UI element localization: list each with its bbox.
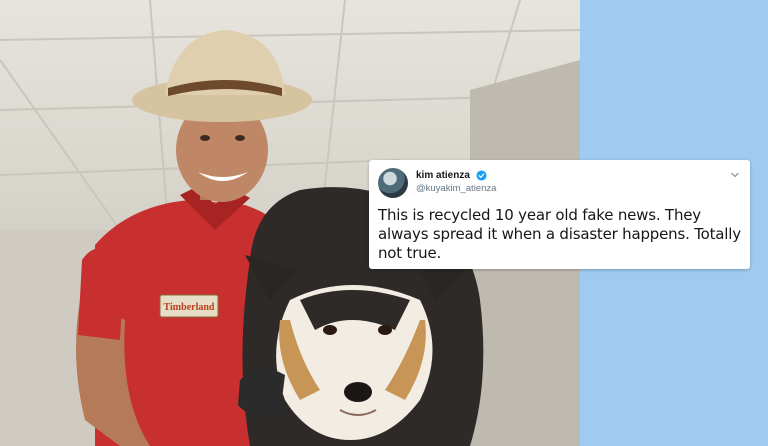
- glove: [238, 368, 285, 417]
- dog-eye-right: [378, 325, 392, 335]
- tweet-card: kim atienza @kuyakim_atienza This is rec…: [369, 160, 750, 269]
- avatar[interactable]: [378, 168, 408, 198]
- verified-badge-icon: [476, 170, 487, 181]
- shirt-logo-text: Timberland: [164, 302, 215, 313]
- sleeve: [78, 246, 125, 340]
- dog-eye-left: [323, 325, 337, 335]
- tweet-handle[interactable]: @kuyakim_atienza: [416, 183, 496, 194]
- chevron-down-icon[interactable]: [730, 170, 740, 180]
- tweet-text: This is recycled 10 year old fake news. …: [378, 206, 741, 262]
- left-eye: [200, 135, 210, 141]
- right-eye: [235, 135, 245, 141]
- dog-nose: [344, 382, 372, 402]
- tweet-display-name[interactable]: kim atienza: [416, 170, 470, 181]
